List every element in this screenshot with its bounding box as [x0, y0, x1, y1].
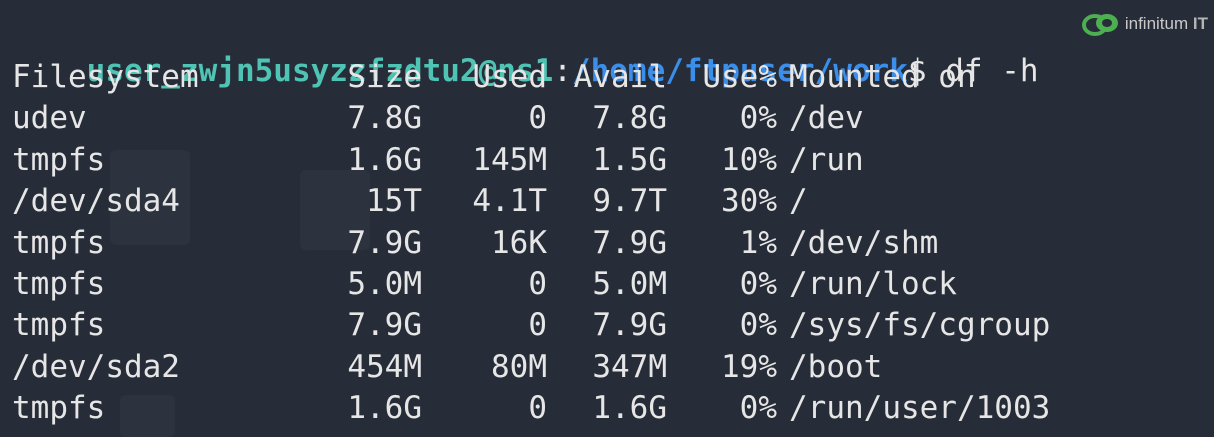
- cell-filesystem: Filesystem: [12, 59, 199, 95]
- cell-size: 7.8G: [347, 100, 422, 137]
- cell-avail: 7.8G: [592, 100, 667, 137]
- cell-filesystem: tmpfs: [12, 224, 106, 261]
- cell-size: 7.9G: [347, 224, 422, 261]
- table-row: tmpfs 7.9G 0 7.9G 0% /sys/fs/cgroup: [12, 305, 1202, 345]
- cell-used: 0: [528, 390, 547, 427]
- cell-use-pct: 0%: [739, 390, 777, 427]
- cell-mounted: /dev/shm: [789, 224, 939, 261]
- logo-name: infinitum: [1124, 14, 1189, 33]
- table-row: tmpfs 1.6G 0 1.6G 0% /run/user/1003: [12, 388, 1202, 428]
- cell-filesystem: tmpfs: [12, 307, 106, 344]
- table-row: tmpfs 5.0M 0 5.0M 0% /run/lock: [12, 264, 1202, 304]
- cell-use-pct: 1%: [739, 224, 777, 261]
- cell-mounted: /: [789, 183, 808, 220]
- cell-mounted: /dev: [789, 100, 864, 137]
- cell-mounted: /sys/fs/cgroup: [789, 307, 1051, 344]
- cell-mounted: /run/user/1003: [789, 390, 1051, 427]
- logo-text: infinitum IT: [1125, 14, 1208, 34]
- cell-size: 15T: [366, 183, 422, 220]
- cloud-swirl-logo-icon: [1081, 14, 1118, 36]
- cell-used: 0: [528, 100, 547, 137]
- cell-filesystem: /dev/sda2: [12, 348, 180, 385]
- cell-use-pct: 0%: [739, 100, 777, 137]
- cell-mounted: Mounted on: [789, 59, 976, 95]
- cell-use-pct: 0%: [739, 307, 777, 344]
- table-row: udev 7.8G 0 7.8G 0% /dev: [12, 98, 1202, 138]
- cell-avail: 5.0M: [592, 266, 667, 302]
- cell-avail: 347M: [592, 348, 667, 385]
- logo-suffix: IT: [1192, 14, 1208, 33]
- cell-size: 5.0M: [347, 266, 422, 302]
- cell-use-pct: Use%: [702, 59, 777, 95]
- cell-mounted: /run/lock: [789, 266, 957, 302]
- cell-size: 7.9G: [347, 307, 422, 344]
- cell-size: 1.6G: [347, 141, 422, 178]
- cell-filesystem: tmpfs: [12, 266, 106, 302]
- cell-size: 1.6G: [347, 390, 422, 427]
- cell-filesystem: tmpfs: [12, 141, 106, 178]
- cell-size: Size: [347, 59, 422, 95]
- cell-used: 80M: [491, 348, 547, 385]
- cell-used: 145M: [472, 141, 547, 178]
- cell-filesystem: udev: [12, 100, 87, 137]
- terminal-window[interactable]: user_zwjn5usyzzfzdtu2@ns1:/home/ftpuser/…: [0, 0, 1214, 437]
- cell-avail: 9.7T: [592, 183, 667, 220]
- cell-avail: Avail: [573, 59, 667, 95]
- table-row: /dev/sda2 454M 80M 347M 19% /boot: [12, 347, 1202, 387]
- cell-avail: 7.9G: [592, 307, 667, 344]
- cell-used: Used: [472, 59, 547, 95]
- cell-use-pct: 30%: [721, 183, 777, 220]
- cell-size: 454M: [347, 348, 422, 385]
- cell-used: 0: [528, 307, 547, 344]
- cell-used: 4.1T: [472, 183, 547, 220]
- cell-use-pct: 0%: [739, 266, 777, 302]
- infinitum-logo: infinitum IT: [1081, 10, 1208, 38]
- cell-avail: 1.5G: [592, 141, 667, 178]
- cell-mounted: /boot: [789, 348, 883, 385]
- prompt-line: user_zwjn5usyzzfzdtu2@ns1:/home/ftpuser/…: [12, 11, 1039, 89]
- cell-avail: 7.9G: [592, 224, 667, 261]
- cell-use-pct: 10%: [721, 141, 777, 178]
- table-row: /dev/sda4 15T 4.1T 9.7T 30% /: [12, 181, 1202, 221]
- cell-used: 0: [528, 266, 547, 302]
- cell-avail: 1.6G: [592, 390, 667, 427]
- cell-use-pct: 19%: [721, 348, 777, 385]
- table-row: tmpfs 1.6G 145M 1.5G 10% /run: [12, 140, 1202, 180]
- cell-mounted: /run: [789, 141, 864, 178]
- cell-filesystem: tmpfs: [12, 390, 106, 427]
- cell-filesystem: /dev/sda4: [12, 183, 180, 220]
- table-row: tmpfs 7.9G 16K 7.9G 1% /dev/shm: [12, 223, 1202, 263]
- table-header-row: Filesystem Size Used Avail Use% Mounted on: [12, 57, 1202, 97]
- cell-used: 16K: [491, 224, 547, 261]
